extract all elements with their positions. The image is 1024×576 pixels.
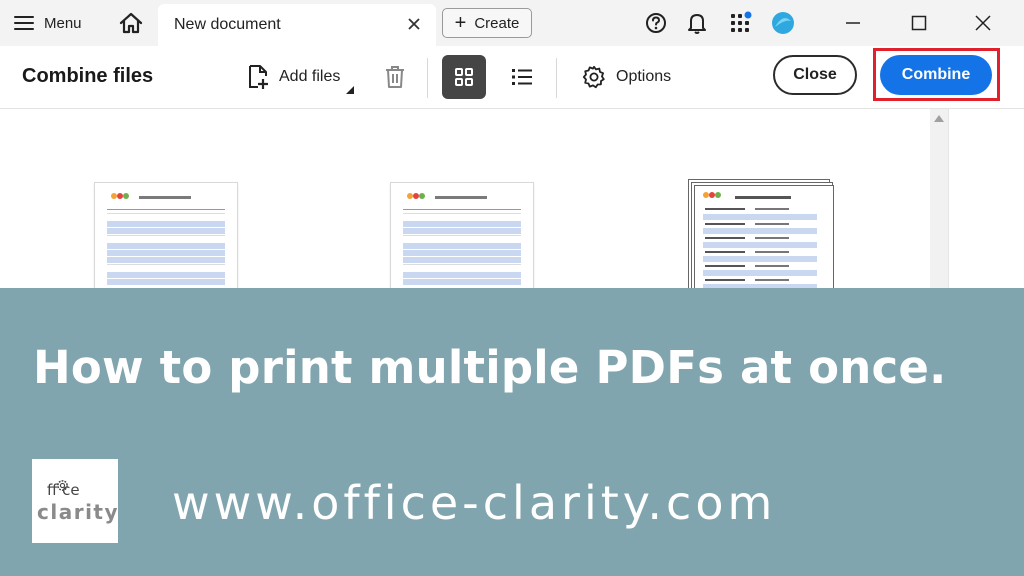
toolbar-divider [556,58,557,98]
tab-new-document[interactable]: New document [158,4,436,46]
menu-button[interactable]: Menu [14,9,82,37]
menu-label: Menu [44,14,82,32]
tab-close-button[interactable] [404,14,424,34]
gear-icon [582,65,605,89]
logo-text-top: ff ce [47,481,80,499]
add-file-icon [249,65,268,89]
bell-icon [688,14,706,34]
document-logo-icon [111,193,129,201]
page-title: Combine files [22,65,154,87]
grid-view-icon [455,68,473,86]
toolbar-divider [427,58,428,98]
maximize-icon [911,15,927,31]
maximize-button[interactable] [904,8,934,38]
combine-toolbar: Combine files Add files Options Close Co… [0,46,1024,109]
file-thumbnail-stack[interactable] [688,179,834,307]
delete-button[interactable] [382,63,408,91]
list-view-button[interactable] [504,59,540,95]
apps-button[interactable] [729,11,753,35]
home-button[interactable] [116,9,146,37]
close-icon [408,18,420,30]
close-button[interactable]: Close [773,55,857,95]
add-files-label: Add files [279,68,341,85]
file-thumbnail[interactable] [391,183,533,293]
create-button[interactable]: + Create [442,8,532,38]
close-window-icon [975,15,991,31]
website-url: www.office-clarity.com [172,476,777,530]
document-logo-icon [407,193,425,201]
minimize-button[interactable] [838,8,868,38]
create-label: Create [474,14,520,32]
banner-headline: How to print multiple PDFs at once. [33,341,947,394]
apps-icon [731,11,752,32]
scroll-up-icon[interactable] [934,115,944,122]
logo-text-bottom: clarity [37,500,120,524]
plus-icon: + [454,12,467,34]
notifications-button[interactable] [685,11,709,35]
tab-title: New document [174,16,281,33]
home-icon [119,12,143,34]
add-files-button[interactable]: Add files [247,62,340,92]
help-button[interactable] [644,11,668,35]
office-clarity-logo: ff ce clarity [32,459,118,543]
title-banner: How to print multiple PDFs at once. ff c… [0,288,1024,576]
help-icon [646,13,666,33]
dropdown-caret-icon[interactable] [346,86,354,94]
scrollbar[interactable] [930,109,948,288]
options-label: Options [616,68,672,85]
hamburger-icon [14,16,34,30]
combine-button[interactable]: Combine [880,55,992,95]
close-window-button[interactable] [968,8,998,38]
avatar[interactable] [771,11,795,35]
title-bar: Menu New document + Create [0,0,1024,46]
avatar-icon [772,12,794,34]
minimize-icon [846,22,860,24]
grid-view-button[interactable] [442,55,486,99]
options-button[interactable]: Options [582,62,671,92]
side-panel [948,109,1024,288]
file-grid [0,109,1024,307]
list-view-icon [512,69,532,85]
file-thumbnail[interactable] [95,183,237,293]
document-logo-icon [703,192,721,200]
trash-icon [386,66,404,88]
